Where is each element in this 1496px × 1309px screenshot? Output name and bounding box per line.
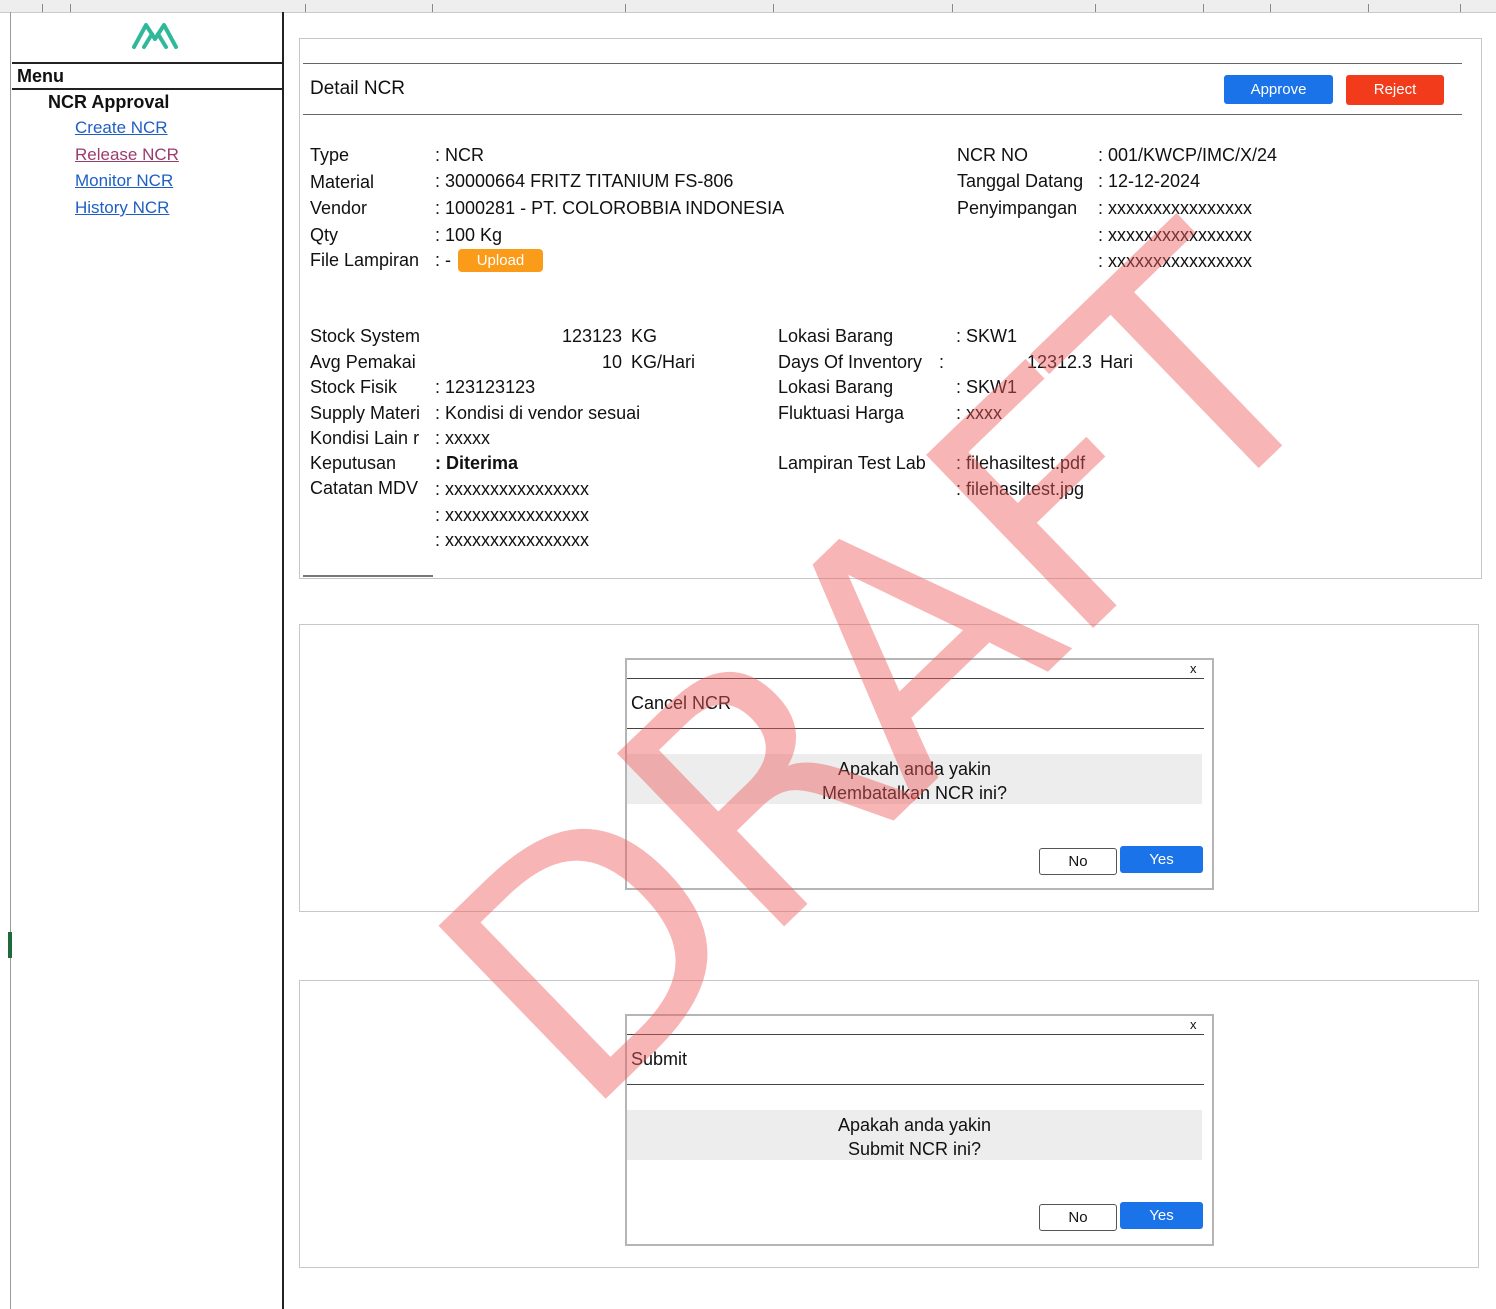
column-divider [42,4,43,12]
column-divider [1203,4,1204,12]
vendor-label: Vendor [310,198,368,218]
upload-button[interactable]: Upload [458,249,543,272]
catatan-mdv-value: : xxxxxxxxxxxxxxxx [435,479,590,499]
avg-pemakaian-unit: KG/Hari [631,352,696,372]
lampiran-test-lab-label: Lampiran Test Lab [778,453,926,473]
dialog-message-line: Submit NCR ini? [847,1139,982,1159]
days-of-inventory-colon: : [939,352,945,372]
penyimpangan-value: : xxxxxxxxxxxxxxxx [1098,251,1253,271]
sidebar-item-monitor-ncr[interactable]: Monitor NCR [75,171,173,191]
dialog-divider [627,678,1204,679]
lokasi-barang-label: Lokasi Barang [778,326,894,346]
catatan-mdv-label: Catatan MDV [310,478,419,498]
column-divider [952,4,953,12]
column-divider [305,4,306,12]
keputusan-value: : Diterima [435,453,519,473]
detail-header-divider-bottom [303,114,1462,115]
file-lampiran-label: File Lampiran [310,250,420,270]
sidebar-item-create-ncr[interactable]: Create NCR [75,118,168,138]
material-label: Material [310,172,375,192]
stock-system-unit: KG [631,326,658,346]
qty-label: Qty [310,225,339,245]
dialog-message-line: Apakah anda yakin [837,1115,992,1135]
avg-pemakaian-value: 10 [602,352,623,372]
dialog-title: Cancel NCR [631,693,732,713]
column-divider [432,4,433,12]
penyimpangan-value: : xxxxxxxxxxxxxxxx [1098,198,1253,218]
row-selection-marker [8,932,12,958]
dialog-message-line: Membatalkan NCR ini? [821,783,1008,803]
penyimpangan-label: Penyimpangan [957,198,1078,218]
sidebar-section-title: NCR Approval [48,92,170,112]
sidebar-item-history-ncr[interactable]: History NCR [75,198,169,218]
stock-system-label: Stock System [310,326,421,346]
catatan-mdv-value: : xxxxxxxxxxxxxxxx [435,530,590,550]
days-of-inventory-value: 12312.3 [1027,352,1093,372]
fluktuasi-harga-value: : xxxx [956,403,1003,423]
dialog-message-box: Apakah anda yakin Membatalkan NCR ini? [627,754,1202,804]
lokasi-barang-label: Lokasi Barang [778,377,894,397]
dialog-divider [627,1084,1204,1085]
yes-button[interactable]: Yes [1120,846,1203,873]
lokasi-barang-value: : SKW1 [956,326,1018,346]
qty-value: : 100 Kg [435,225,503,245]
panel-scroll-indicator [303,575,433,577]
tanggal-datang-label: Tanggal Datang [957,171,1084,191]
column-divider [1095,4,1096,12]
kondisi-lain-value: : xxxxx [435,428,491,448]
no-button[interactable]: No [1039,1204,1117,1231]
material-value: : 30000664 FRITZ TITANIUM FS-806 [435,171,734,191]
lokasi-barang-value: : SKW1 [956,377,1018,397]
sidebar-item-release-ncr[interactable]: Release NCR [75,145,179,165]
column-divider [625,4,626,12]
avg-pemakaian-label: Avg Pemakai [310,352,416,372]
stock-fisik-value: : 123123123 [435,377,536,397]
type-label: Type [310,145,350,165]
stock-system-value: 123123 [562,326,623,346]
dialog-divider [627,728,1204,729]
lampiran-test-lab-file[interactable]: : filehasiltest.jpg [956,479,1084,500]
dialog-message-line: Apakah anda yakin [837,759,992,779]
lampiran-test-lab-file[interactable]: : filehasiltest.pdf [956,453,1085,474]
no-button[interactable]: No [1039,848,1117,875]
sidebar-divider [282,12,284,1309]
penyimpangan-value: : xxxxxxxxxxxxxxxx [1098,225,1253,245]
tanggal-datang-value: : 12-12-2024 [1098,171,1201,191]
days-of-inventory-label: Days Of Inventory [778,352,923,372]
column-divider [1368,4,1369,12]
supply-material-label: Supply Materi [310,403,421,423]
keputusan-label: Keputusan [310,453,397,473]
supply-material-value: : Kondisi di vendor sesuai [435,403,641,423]
kondisi-lain-label: Kondisi Lain r [310,428,420,448]
menu-divider-bottom [12,88,282,90]
column-divider [1460,4,1461,12]
column-divider [70,4,71,12]
page-title: Detail NCR [310,78,406,99]
column-divider [773,4,774,12]
type-value: : NCR [435,145,484,165]
yes-button[interactable]: Yes [1120,1202,1203,1229]
dialog-divider [627,1034,1204,1035]
dialog-message-box: Apakah anda yakin Submit NCR ini? [627,1110,1202,1160]
close-icon[interactable]: x [1190,661,1197,676]
row-gridline [10,12,11,1309]
close-icon[interactable]: x [1190,1017,1197,1032]
vendor-value: : 1000281 - PT. COLOROBBIA INDONESIA [435,198,785,218]
column-header-bar [0,0,1496,13]
ncr-no-label: NCR NO [957,145,1028,165]
stock-fisik-label: Stock Fisik [310,377,398,397]
catatan-mdv-value: : xxxxxxxxxxxxxxxx [435,505,590,525]
column-divider [1270,4,1271,12]
dialog-title: Submit [631,1049,688,1069]
fluktuasi-harga-label: Fluktuasi Harga [778,403,905,423]
ncr-no-value: : 001/KWCP/IMC/X/24 [1098,145,1278,165]
approve-button[interactable]: Approve [1224,75,1333,104]
menu-label: Menu [17,66,64,86]
detail-header-divider-top [303,63,1462,64]
menu-divider-top [12,62,282,64]
reject-button[interactable]: Reject [1346,75,1444,105]
days-of-inventory-unit: Hari [1100,352,1134,372]
app-logo-icon [132,23,178,49]
file-lampiran-value: : - [435,250,451,270]
